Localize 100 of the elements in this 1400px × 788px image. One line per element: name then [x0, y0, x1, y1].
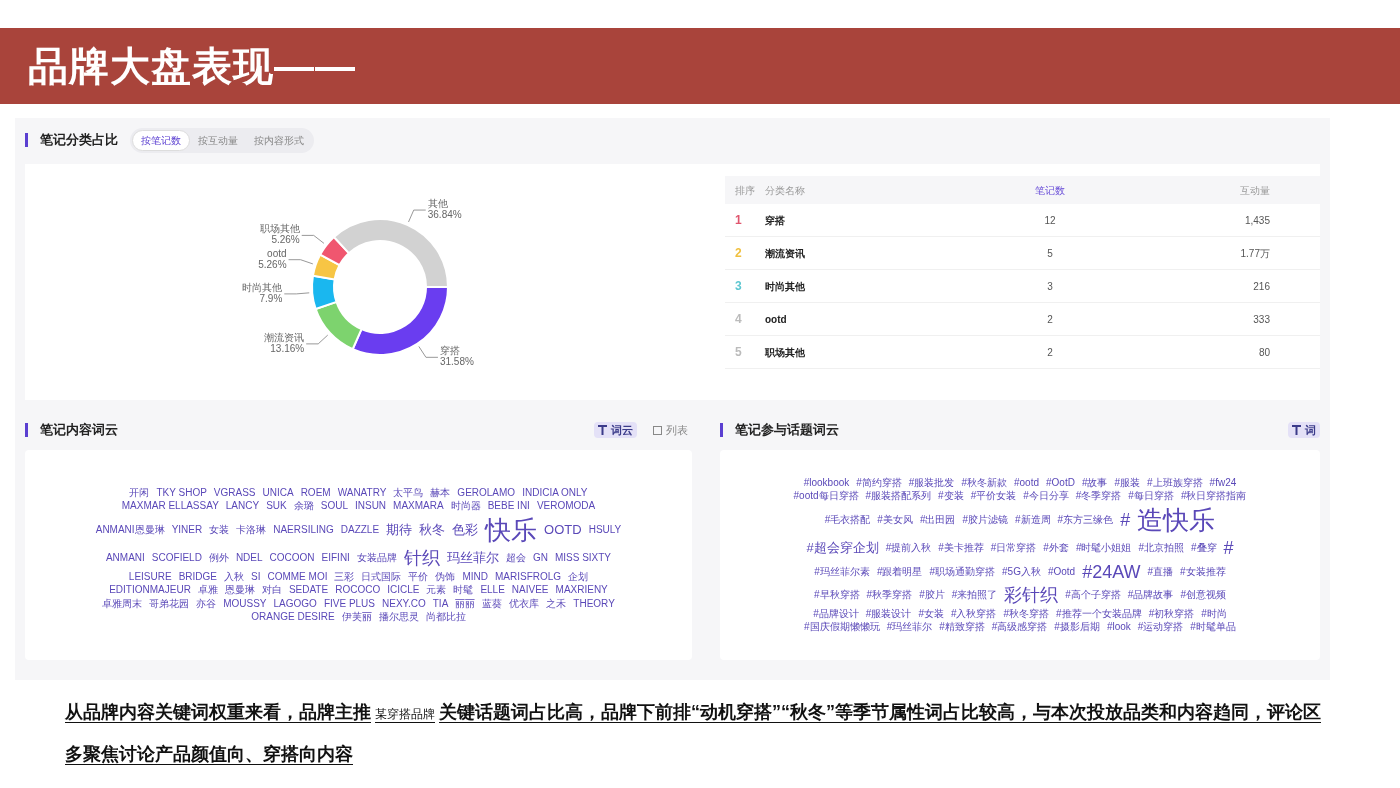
cloud-word: #简约穿搭 [856, 476, 902, 489]
leader-line [418, 345, 439, 358]
cloud-word: 期待 [386, 521, 413, 538]
cloud-word: 开闲 [129, 486, 150, 499]
table-cell-text: 80 [1257, 345, 1271, 360]
cloud-word: LANCY [225, 500, 260, 513]
cloud-word: 之禾 [546, 597, 567, 610]
cloud-word: MARISFROLG [495, 570, 562, 583]
table-cell-text: 职场其他 [765, 345, 806, 360]
cloud-word: #品牌故事 [1127, 589, 1174, 602]
cloud-word: 伊芙丽 [341, 611, 372, 624]
cloud-word: INDICIA ONLY [522, 486, 588, 499]
cloud-word: #今日分享 [1023, 490, 1069, 503]
cloud-word: FIVE PLUS [323, 597, 375, 610]
cloud-word: 蓝葵 [482, 597, 503, 610]
word-cloud-tab[interactable]: 词云 [594, 421, 637, 439]
cloud-word: #摄影后期 [1054, 621, 1100, 634]
cloud-word: #服装批发 [908, 476, 955, 489]
cloud-word: #东方三缘色 [1057, 513, 1114, 526]
word-cloud-tab[interactable]: 词 [1288, 421, 1320, 439]
leader-line [408, 209, 427, 223]
cloud-word: #精致穿搭 [939, 621, 985, 634]
cloud-word: ICICLE [387, 584, 420, 597]
cloud-word: MAXMARA [393, 500, 444, 513]
column-header[interactable]: 排序 [725, 182, 765, 198]
cloud-word: THEORY [573, 597, 615, 610]
cloud-word: #上班族穿搭 [1147, 476, 1203, 489]
cloud-word: 卓雅 [197, 584, 218, 597]
cloud-word: YINER [171, 523, 203, 536]
cloud-word: #fw24 [1209, 476, 1237, 489]
cloud-word: #女装 [918, 607, 944, 620]
rank-number: 5 [735, 344, 742, 361]
cloud-word: 快乐 [485, 513, 538, 546]
cloud-word: #ootd [1014, 476, 1039, 489]
column-header[interactable]: 互动量 [1135, 182, 1320, 198]
cloud-word: #超会穿企划 [806, 540, 879, 557]
cloud-word: #高级感穿搭 [991, 621, 1048, 634]
section-title: 笔记内容词云 [40, 421, 119, 440]
cloud-word: #高个子穿搭 [1065, 589, 1121, 602]
table-cell-text: ootd [765, 312, 788, 327]
filter-tab[interactable]: 按互动量 [190, 129, 246, 151]
cloud-word: #玛丝菲尔素 [814, 565, 870, 578]
cloud-word: #秋冬新款 [961, 476, 1007, 489]
cloud-word: #lookbook [803, 476, 850, 489]
cloud-word: #玛丝菲尔 [886, 621, 933, 634]
cloud-word: 超会 [505, 552, 526, 565]
cloud-word: SOUL [320, 500, 348, 513]
cloud-word: #提前入秋 [885, 542, 932, 555]
rank-number: 1 [735, 212, 742, 229]
slice-label: 潮流资讯 13.16% [264, 331, 305, 354]
leader-line [283, 292, 310, 295]
cloud-word: BRIDGE [178, 570, 217, 583]
cloud-word: OOTD [544, 521, 582, 538]
cloud-word: #直播 [1147, 565, 1174, 578]
table-cell-text: 1.77万 [1239, 246, 1271, 261]
slice-label: ootd 5.26% [258, 247, 287, 270]
cloud-word: SI [251, 570, 261, 583]
table-cell-text: 穿搭 [765, 213, 786, 228]
cloud-word: 日式国际 [361, 570, 402, 583]
cloud-word: #职场通勤穿搭 [929, 565, 995, 578]
table-cell-text: 216 [1252, 279, 1271, 294]
list-tab[interactable]: 列表 [649, 421, 692, 439]
leader-line [301, 234, 325, 244]
cloud-word: ANMANI [105, 552, 145, 565]
cloud-word: LAGOGO [273, 597, 317, 610]
cloud-word: 余璐 [293, 500, 314, 513]
table-cell-text: 3 [1046, 279, 1054, 294]
cloud-word: #早秋穿搭 [814, 589, 860, 602]
cloud-word: #来拍照了 [951, 589, 998, 602]
cloud-word: #时尚 [1201, 607, 1227, 620]
cloud-word: NAIVEE [511, 584, 549, 597]
cloud-word: # [1120, 508, 1131, 531]
column-header[interactable]: 笔记数 [965, 182, 1135, 198]
cloud-word: 平价 [408, 570, 429, 583]
table-cell-text: 333 [1252, 312, 1271, 327]
cloud-word: BEBE INI [487, 500, 530, 513]
filter-tab[interactable]: 按笔记数 [132, 129, 190, 151]
rank-number: 2 [735, 245, 742, 262]
table-cell-text: 时尚其他 [765, 279, 806, 294]
table-cell-text: 5 [1046, 246, 1054, 261]
filter-tab[interactable]: 按内容形式 [246, 129, 312, 151]
cloud-word: ORANGE DESIRE [251, 611, 335, 624]
cloud-word: GEROLAMO [457, 486, 516, 499]
cloud-word: #look [1106, 621, 1131, 634]
cloud-word: 元素 [426, 584, 447, 597]
cloud-word: COMME MOI [267, 570, 328, 583]
cloud-word: COCOON [269, 552, 315, 565]
rank-number: 3 [735, 278, 742, 295]
cloud-word: 时髦 [453, 584, 474, 597]
cloud-word: #毛衣搭配 [824, 513, 871, 526]
slide-title: 品牌大盘表现—— [28, 43, 356, 90]
cloud-word: #品牌设计 [813, 607, 859, 620]
cloud-word: ROEM [300, 486, 331, 499]
cloud-word: #跟着明星 [876, 565, 923, 578]
cloud-word: 例外 [208, 552, 229, 565]
cloud-word: # [1223, 537, 1234, 560]
cloud-word: #运动穿搭 [1137, 621, 1184, 634]
cloud-word: #外套 [1043, 542, 1069, 555]
column-header[interactable]: 分类名称 [765, 182, 965, 198]
cloud-word: 企划 [568, 570, 589, 583]
